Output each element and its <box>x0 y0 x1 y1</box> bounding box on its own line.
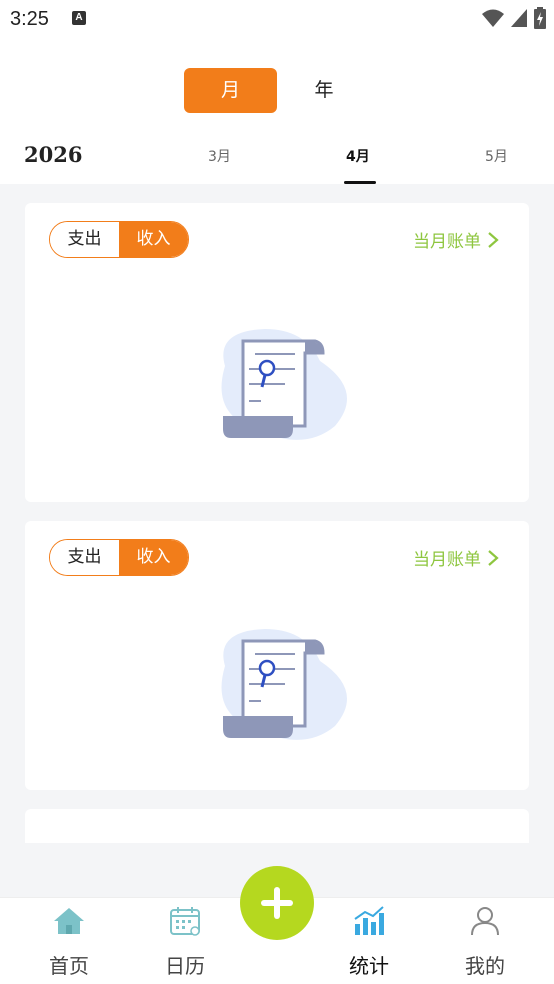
status-icons <box>482 7 546 29</box>
status-time: 3:25 <box>10 8 49 30</box>
active-tab-indicator <box>344 181 376 184</box>
add-record-button[interactable] <box>240 866 314 940</box>
signal-icon <box>511 9 527 27</box>
nav-mine-label: 我的 <box>465 954 505 978</box>
chevron-right-icon <box>488 549 499 566</box>
nav-stats[interactable]: 统计 <box>324 898 414 984</box>
calendar-icon <box>170 907 200 936</box>
nav-mine[interactable]: 我的 <box>440 898 530 984</box>
expense-income-toggle[interactable]: 支出 收入 <box>49 221 189 258</box>
toggle-expense[interactable]: 支出 <box>50 540 119 575</box>
empty-state-icon <box>221 629 347 740</box>
year-label: 2026 <box>24 142 83 167</box>
nav-calendar-label: 日历 <box>165 954 205 978</box>
monthly-bill-link[interactable]: 当月账单 <box>413 227 499 252</box>
bar-chart-icon <box>354 906 384 935</box>
nav-calendar[interactable]: 日历 <box>140 898 230 984</box>
income-expense-card <box>25 809 529 843</box>
month-tab-march[interactable]: 3月 <box>208 146 231 166</box>
empty-state-icon <box>221 329 347 440</box>
income-expense-card: 支出 收入 当月账单 <box>25 203 529 502</box>
header: 月 年 2026 3月 4月 5月 <box>0 38 554 184</box>
monthly-bill-link[interactable]: 当月账单 <box>413 545 499 570</box>
toggle-income[interactable]: 收入 <box>119 540 188 575</box>
expense-income-toggle[interactable]: 支出 收入 <box>49 539 189 576</box>
notification-icon: A <box>72 11 86 25</box>
month-tab-may[interactable]: 5月 <box>485 146 508 166</box>
nav-stats-label: 统计 <box>349 954 389 978</box>
monthly-bill-label: 当月账单 <box>413 550 481 570</box>
battery-icon <box>534 7 546 29</box>
tab-month[interactable]: 月 <box>184 68 277 113</box>
wifi-icon <box>482 9 504 27</box>
chevron-right-icon <box>488 231 499 248</box>
monthly-bill-label: 当月账单 <box>413 232 481 252</box>
user-icon <box>471 907 499 936</box>
plus-icon <box>261 887 293 919</box>
nav-home-label: 首页 <box>49 954 89 978</box>
income-expense-card: 支出 收入 当月账单 <box>25 521 529 790</box>
toggle-expense[interactable]: 支出 <box>50 222 119 257</box>
month-tab-april[interactable]: 4月 <box>346 146 370 166</box>
status-bar: 3:25 A <box>0 0 554 38</box>
toggle-income[interactable]: 收入 <box>119 222 188 257</box>
tab-year[interactable]: 年 <box>300 68 348 113</box>
nav-home[interactable]: 首页 <box>24 898 114 984</box>
home-icon <box>54 908 84 934</box>
